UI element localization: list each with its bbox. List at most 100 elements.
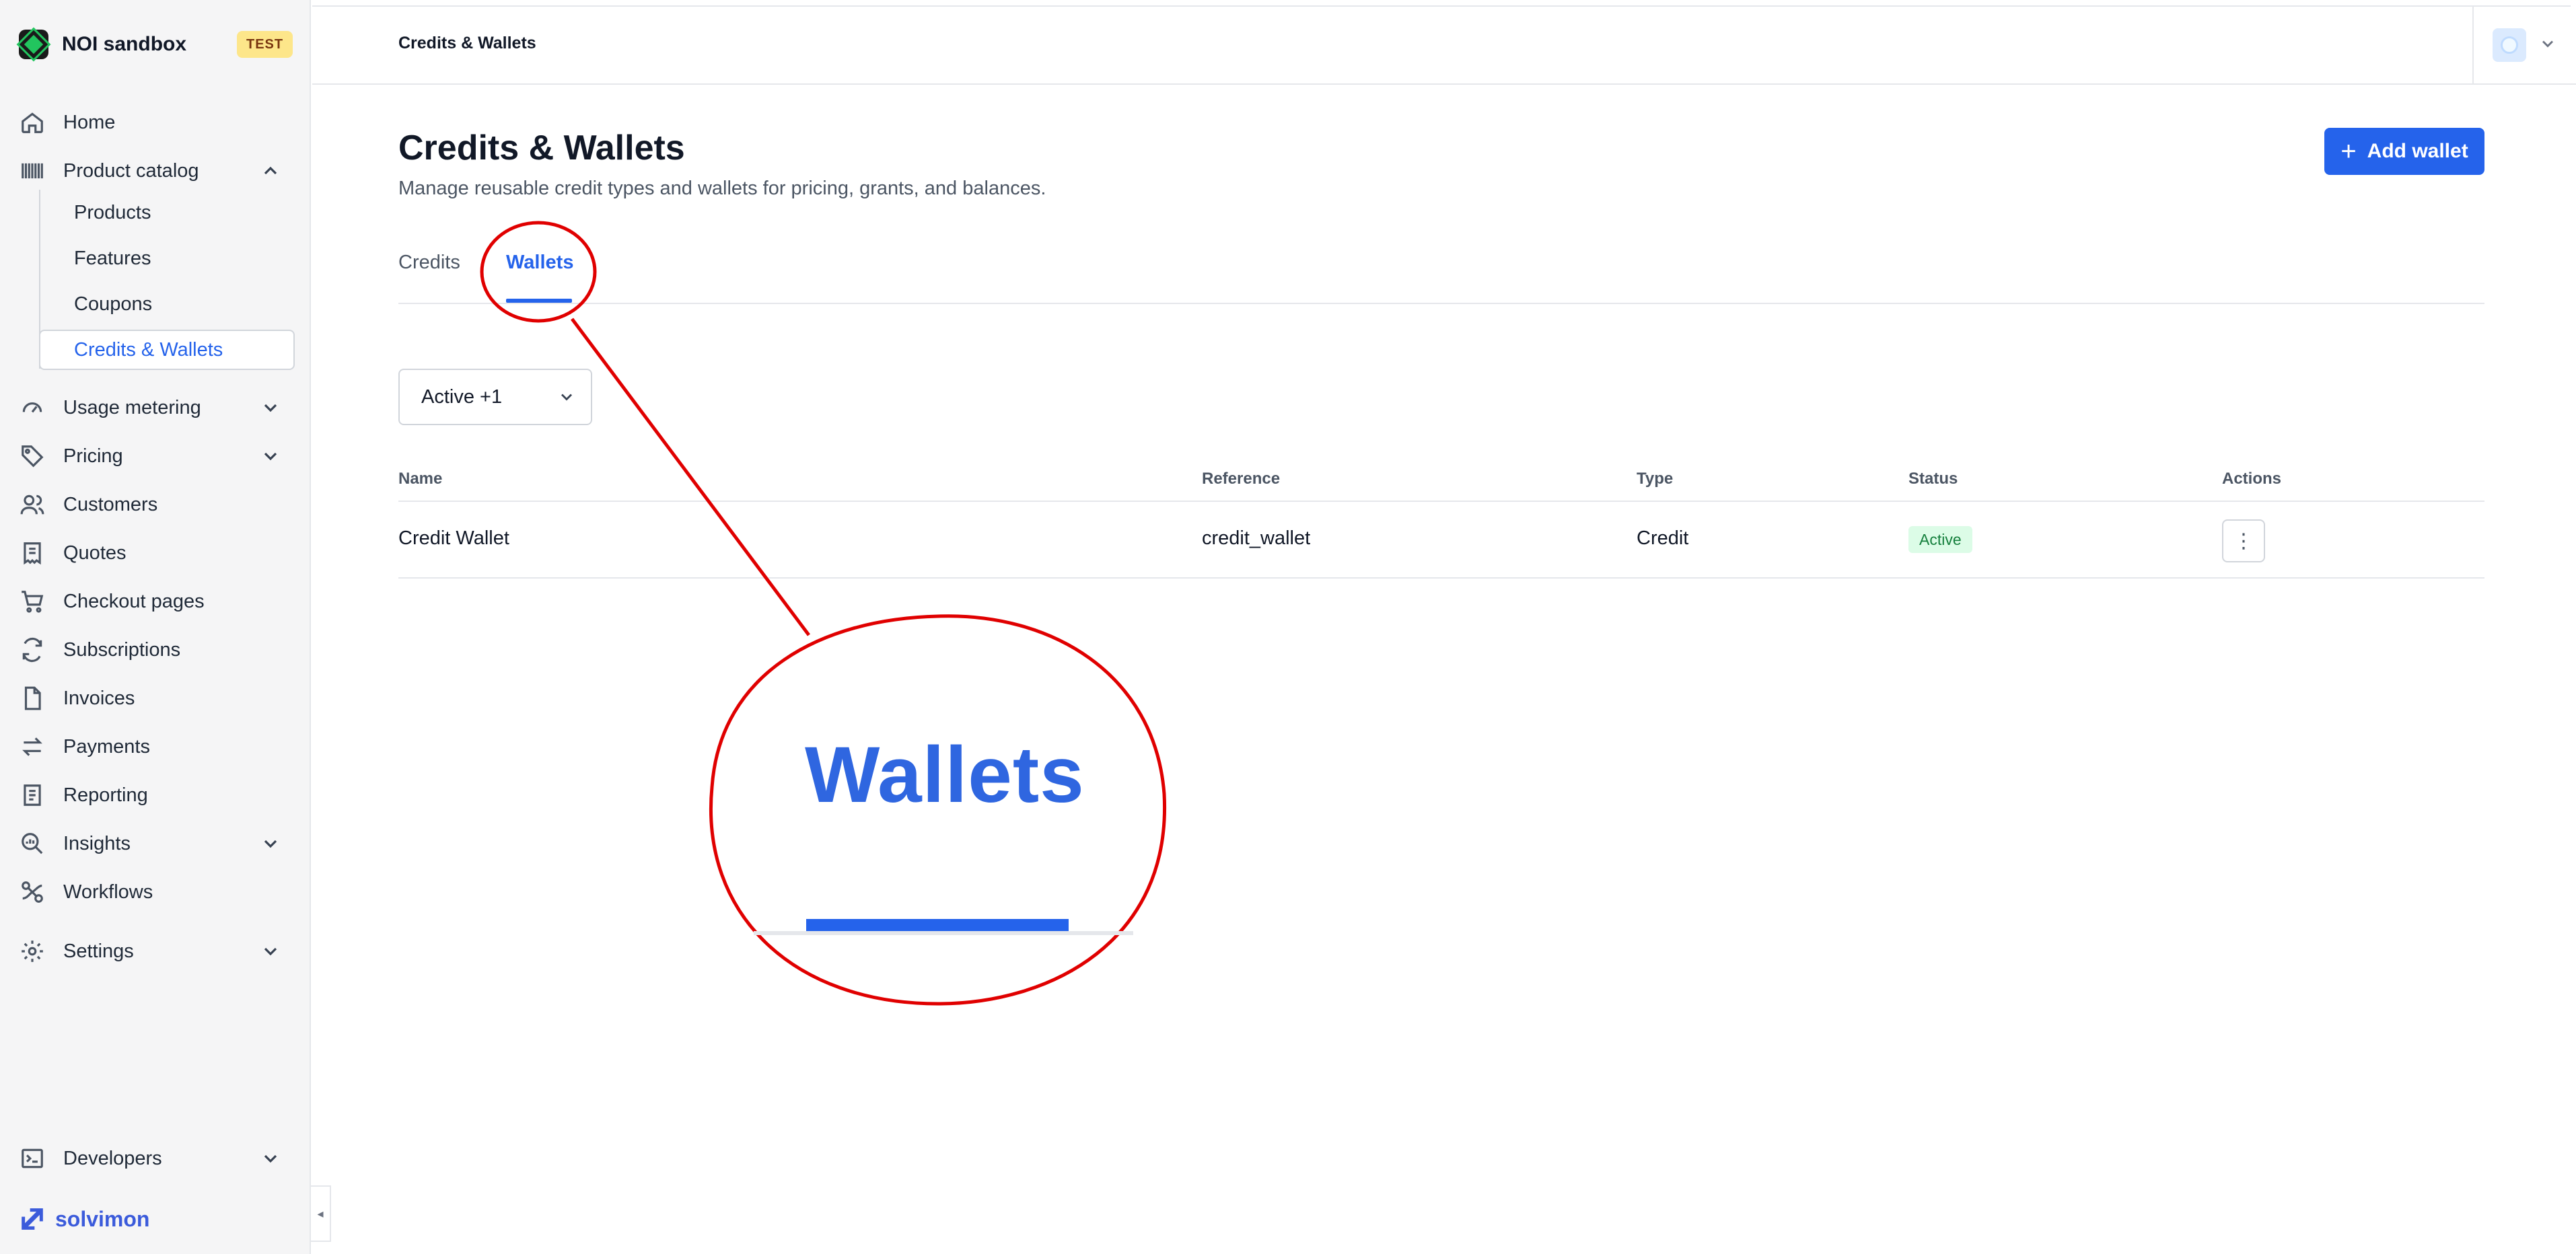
sidebar-item-usage-metering[interactable]: Usage metering: [19, 388, 295, 428]
cart-icon: [19, 588, 46, 615]
sidebar-item-customers[interactable]: Customers: [19, 484, 295, 525]
sidebar-item-developers[interactable]: Developers: [19, 1138, 295, 1179]
tab-credits[interactable]: Credits: [398, 252, 460, 274]
solvimon-logo-icon: [22, 1208, 43, 1230]
column-header-reference: Reference: [1202, 470, 1281, 488]
sidebar-item-label: Invoices: [63, 687, 135, 709]
tab-wallets[interactable]: Wallets: [506, 252, 573, 274]
sidebar-item-label: Pricing: [63, 445, 123, 467]
sidebar-item-label: Usage metering: [63, 396, 201, 418]
column-header-name: Name: [398, 470, 443, 488]
barcode-icon: [19, 157, 46, 184]
refresh-icon: [19, 636, 46, 663]
page-subtitle: Manage reusable credit types and wallets…: [398, 178, 1046, 199]
sidebar-item-insights[interactable]: Insights: [19, 823, 295, 864]
tabs-divider: [398, 303, 2484, 304]
column-header-actions: Actions: [2222, 470, 2282, 488]
zoom-tab-divider: [754, 931, 1133, 935]
add-wallet-button[interactable]: + Add wallet: [2324, 128, 2484, 175]
table-row-divider: [398, 577, 2484, 579]
cell-type: Credit: [1637, 527, 1689, 549]
sidebar-item-product-catalog[interactable]: Product catalog: [19, 151, 295, 191]
row-actions-button[interactable]: ⋮: [2222, 519, 2265, 562]
sidebar-item-label: Developers: [63, 1147, 162, 1169]
footer-brand-name: solvimon: [55, 1206, 150, 1231]
table-header-divider: [398, 501, 2484, 502]
sidebar-item-pricing[interactable]: Pricing: [19, 436, 295, 476]
users-icon: [19, 491, 46, 518]
status-filter-value: Active +1: [421, 385, 503, 408]
gear-icon: [19, 938, 46, 965]
top-bar: Credits & Wallets: [312, 0, 2576, 85]
workflow-icon: [19, 879, 46, 906]
report-icon: [19, 782, 46, 809]
transfer-icon: [19, 733, 46, 760]
search-chart-icon: [19, 830, 46, 857]
chevron-up-icon[interactable]: [260, 160, 281, 182]
chevron-down-icon[interactable]: [260, 397, 281, 418]
chevron-down-icon[interactable]: [260, 1148, 281, 1169]
chevron-down-icon[interactable]: [260, 833, 281, 854]
sidebar-item-payments[interactable]: Payments: [19, 727, 295, 767]
sidebar: NOI sandbox TEST Home Product catalog Pr…: [0, 0, 311, 1254]
sidebar-item-label: Insights: [63, 832, 131, 854]
tag-icon: [19, 443, 46, 470]
active-tab-indicator: [506, 299, 572, 303]
sidebar-item-label: Home: [63, 111, 116, 133]
sidebar-item-label: Quotes: [63, 542, 127, 564]
sidebar-item-invoices[interactable]: Invoices: [19, 678, 295, 718]
status-filter-select[interactable]: Active +1: [398, 369, 592, 425]
callout-line: [570, 318, 811, 636]
sidebar-item-reporting[interactable]: Reporting: [19, 775, 295, 815]
user-menu[interactable]: [2472, 5, 2576, 85]
sidebar-item-checkout-pages[interactable]: Checkout pages: [19, 581, 295, 622]
sidebar-item-quotes[interactable]: Quotes: [19, 533, 295, 573]
workspace-logo-icon: [16, 27, 51, 62]
page-title: Credits & Wallets: [398, 128, 685, 168]
column-header-status: Status: [1908, 470, 1958, 488]
avatar: [2493, 28, 2526, 62]
chevron-down-icon: [557, 388, 576, 412]
file-icon: [19, 685, 46, 712]
sidebar-collapse-button[interactable]: ◂: [311, 1185, 331, 1242]
sidebar-item-subscriptions[interactable]: Subscriptions: [19, 630, 295, 670]
column-header-type: Type: [1637, 470, 1674, 488]
sidebar-item-settings[interactable]: Settings: [19, 931, 295, 971]
sidebar-subitem-coupons[interactable]: Coupons: [74, 285, 152, 323]
workspace-switcher[interactable]: NOI sandbox: [16, 27, 187, 62]
chevron-down-icon: [2538, 34, 2557, 57]
breadcrumb: Credits & Wallets: [398, 34, 536, 52]
zoom-tab-underline: [806, 919, 1069, 931]
sidebar-subitem-credits-wallets[interactable]: Credits & Wallets: [39, 330, 295, 370]
sidebar-item-label: Workflows: [63, 881, 153, 903]
sidebar-item-label: Settings: [63, 940, 134, 962]
sidebar-item-workflows[interactable]: Workflows: [19, 872, 295, 912]
home-icon: [19, 109, 46, 136]
chevron-down-icon[interactable]: [260, 940, 281, 962]
cell-name: Credit Wallet: [398, 527, 509, 549]
sidebar-item-label: Customers: [63, 493, 158, 515]
sidebar-item-label: Subscriptions: [63, 638, 181, 661]
terminal-icon: [19, 1145, 46, 1172]
sidebar-item-label: Reporting: [63, 784, 148, 806]
cell-reference: credit_wallet: [1202, 527, 1311, 549]
annotation-overlay: [480, 221, 1167, 1006]
more-vertical-icon: ⋮: [2233, 529, 2254, 552]
add-wallet-label: Add wallet: [2367, 140, 2468, 162]
zoom-wallets-label: Wallets: [805, 731, 1085, 819]
plus-icon: +: [2340, 137, 2357, 166]
sidebar-item-home[interactable]: Home: [19, 102, 295, 143]
sidebar-subitem-products[interactable]: Products: [74, 194, 151, 231]
sidebar-item-label: Product catalog: [63, 159, 199, 182]
workspace-name: NOI sandbox: [62, 33, 187, 55]
receipt-icon: [19, 540, 46, 566]
status-badge: Active: [1908, 526, 1972, 553]
sidebar-subitem-features[interactable]: Features: [74, 239, 151, 277]
sidebar-item-label: Payments: [63, 735, 150, 758]
topbar-frame-line: [312, 5, 2571, 7]
test-mode-badge: TEST: [237, 31, 293, 58]
footer-brand: solvimon: [19, 1206, 149, 1232]
sidebar-item-label: Checkout pages: [63, 590, 205, 612]
gauge-icon: [19, 394, 46, 421]
chevron-down-icon[interactable]: [260, 445, 281, 467]
